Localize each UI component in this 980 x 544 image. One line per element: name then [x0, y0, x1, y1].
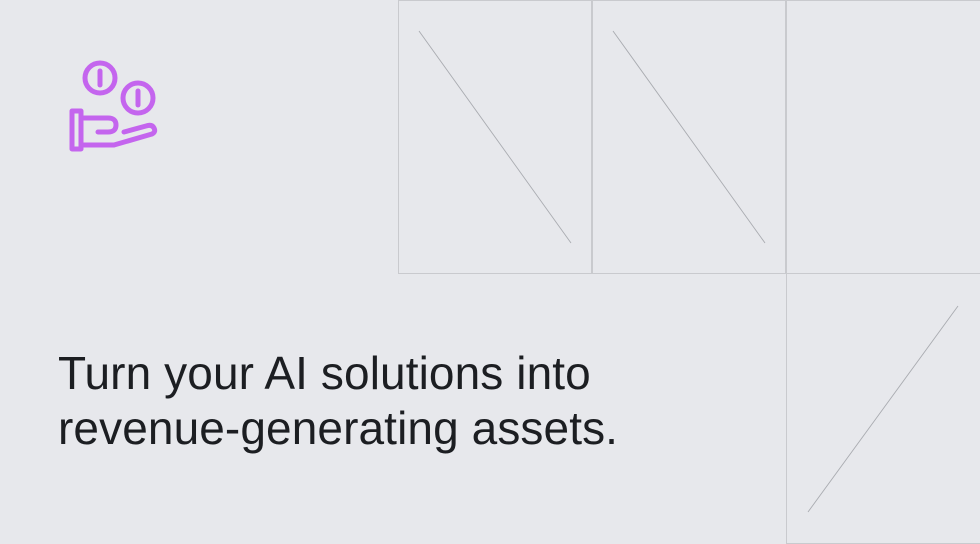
hand-holding-coins-icon	[66, 58, 160, 156]
promo-card: Turn your AI solutions into revenue-gene…	[0, 0, 980, 544]
grid-panel-3	[786, 0, 980, 274]
headline-line-1: Turn your AI solutions into	[58, 347, 591, 399]
headline-line-2: revenue-generating assets.	[58, 402, 619, 454]
headline: Turn your AI solutions into revenue-gene…	[58, 346, 758, 456]
diagonal-line-3	[807, 305, 959, 513]
diagonal-line-1	[418, 30, 572, 244]
diagonal-line-2	[612, 30, 766, 244]
